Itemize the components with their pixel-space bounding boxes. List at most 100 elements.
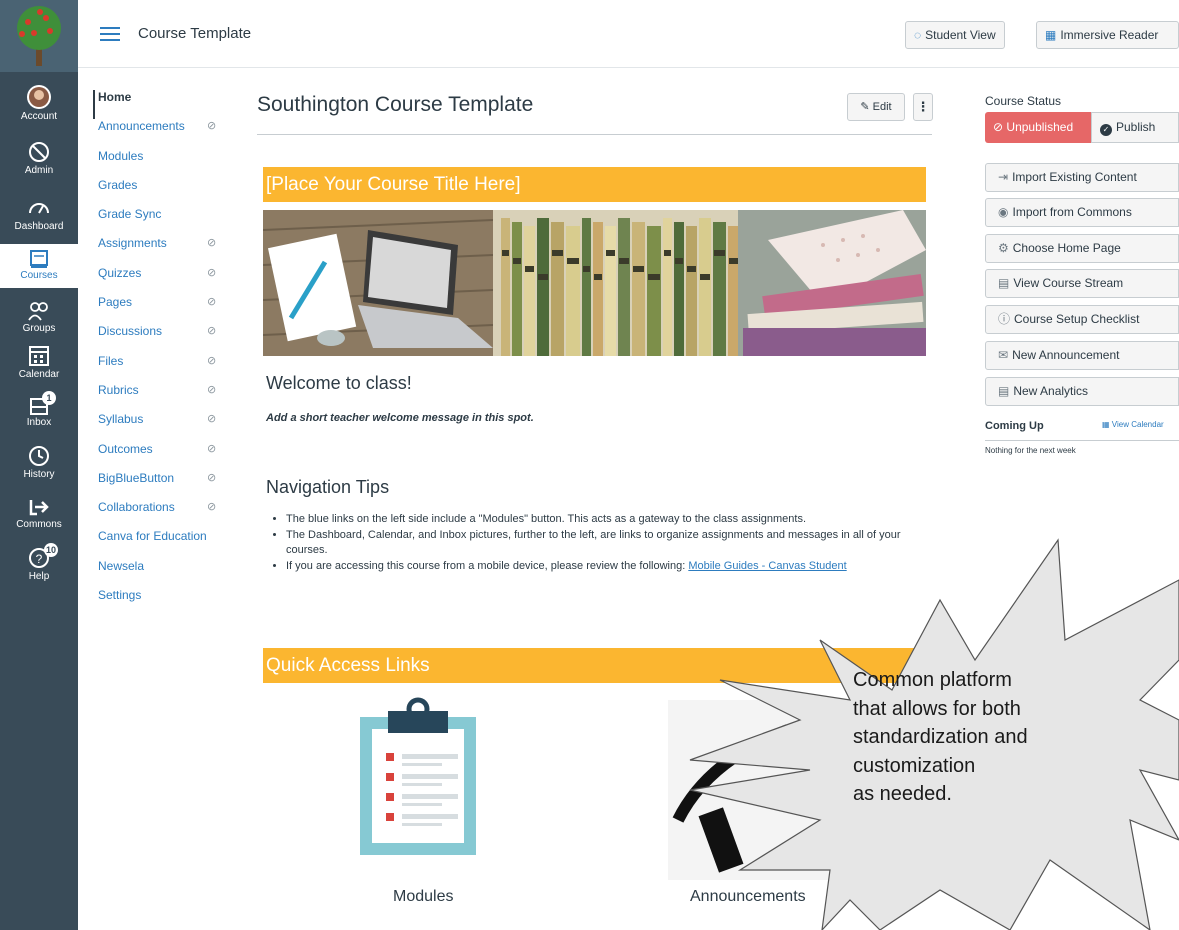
- hidden-eye-icon: ⊘: [207, 354, 217, 367]
- glasses-icon: ◌: [914, 28, 922, 42]
- nav-help[interactable]: ? 10 Help: [0, 543, 78, 586]
- more-options-button[interactable]: ⋮: [913, 93, 933, 121]
- edit-button[interactable]: ✎ Edit: [847, 93, 905, 121]
- course-nav-item[interactable]: Pages ⊘: [98, 295, 238, 324]
- course-nav-item[interactable]: Files ⊘: [98, 354, 238, 383]
- nav-label: Groups: [22, 323, 56, 334]
- course-nav-item[interactable]: Grades: [98, 178, 238, 207]
- course-nav-item[interactable]: Newsela: [98, 559, 238, 588]
- course-nav-label: Files: [98, 353, 124, 368]
- course-status-label: Course Status: [985, 94, 1062, 108]
- quick-access-banner: Quick Access Links: [263, 648, 926, 683]
- nav-courses[interactable]: Courses: [0, 244, 78, 288]
- unpublished-button[interactable]: ⊘ Unpublished: [985, 112, 1091, 143]
- announcements-tile-label[interactable]: Announcements: [690, 888, 806, 906]
- course-nav-item[interactable]: Outcomes ⊘: [98, 442, 238, 471]
- course-nav-item[interactable]: Collaborations ⊘: [98, 500, 238, 529]
- course-nav-label: Grade Sync: [98, 207, 162, 222]
- megaphone-icon: ✉: [998, 348, 1009, 362]
- nav-calendar[interactable]: Calendar: [0, 344, 78, 384]
- announcements-tile[interactable]: [668, 700, 838, 880]
- course-nav-item[interactable]: Rubrics ⊘: [98, 383, 238, 412]
- course-nav-item[interactable]: Canva for Education: [98, 529, 238, 558]
- view-calendar-link[interactable]: ▦ View Calendar: [1102, 420, 1164, 429]
- nav-label: Calendar: [18, 369, 60, 380]
- share-arrow-icon: [29, 500, 49, 516]
- button-label: Import Existing Content: [1012, 170, 1137, 184]
- modules-tile[interactable]: [358, 695, 478, 910]
- new-announcement-button[interactable]: ✉ New Announcement: [985, 341, 1179, 370]
- nav-label: Inbox: [26, 417, 52, 428]
- course-nav-item[interactable]: Discussions ⊘: [98, 324, 238, 353]
- course-nav-item[interactable]: Quizzes ⊘: [98, 266, 238, 295]
- student-view-label: Student View: [925, 28, 996, 42]
- hidden-eye-icon: ⊘: [207, 442, 217, 455]
- breadcrumb[interactable]: Course Template: [138, 25, 251, 42]
- course-nav-item[interactable]: Modules: [98, 149, 238, 178]
- nav-account[interactable]: Account: [0, 84, 78, 128]
- inbox-badge: 1: [42, 391, 56, 405]
- course-nav-label: Modules: [98, 148, 144, 163]
- course-nav: Home Announcements ⊘ Modules Grades Grade Syn…: [93, 90, 238, 617]
- hidden-eye-icon: ⊘: [207, 413, 217, 426]
- tip-item: If you are accessing this course from a …: [286, 559, 926, 575]
- nav-commons[interactable]: Commons: [0, 496, 78, 536]
- people-icon: [28, 302, 48, 321]
- course-title-banner: [Place Your Course Title Here]: [263, 167, 926, 202]
- course-nav-label: Collaborations: [98, 500, 175, 515]
- ban-icon: ⊘: [993, 120, 1004, 134]
- import-from-commons-button[interactable]: ◉ Import from Commons: [985, 198, 1179, 227]
- callout-line: Common platform: [853, 669, 1012, 691]
- nav-inbox[interactable]: 1 Inbox: [0, 391, 78, 434]
- nav-history[interactable]: History: [0, 444, 78, 484]
- immersive-reader-label: Immersive Reader: [1060, 28, 1159, 42]
- course-nav-item[interactable]: Home: [93, 90, 238, 120]
- import-existing-content-button[interactable]: ⇥ Import Existing Content: [985, 163, 1179, 192]
- course-nav-item[interactable]: Syllabus ⊘: [98, 412, 238, 441]
- course-nav-label: Quizzes: [98, 265, 142, 280]
- course-setup-checklist-button[interactable]: ⓘ Course Setup Checklist: [985, 305, 1179, 334]
- course-nav-item[interactable]: Assignments ⊘: [98, 236, 238, 265]
- course-nav-item[interactable]: Settings: [98, 588, 238, 617]
- welcome-heading: Welcome to class!: [266, 373, 412, 393]
- view-course-stream-button[interactable]: ▤ View Course Stream: [985, 269, 1179, 298]
- callout-line: customization: [853, 754, 976, 777]
- publish-button[interactable]: ✓ Publish: [1091, 112, 1179, 143]
- course-nav-item[interactable]: BigBlueButton ⊘: [98, 471, 238, 500]
- pencil-icon: ✎: [860, 101, 870, 113]
- hamburger-menu-icon[interactable]: [100, 27, 120, 41]
- new-analytics-button[interactable]: ▤ New Analytics: [985, 377, 1179, 406]
- course-nav-label: Canva for Education: [98, 529, 207, 544]
- callout-line: as needed.: [853, 783, 952, 805]
- course-nav-label: Grades: [98, 177, 138, 192]
- nav-dashboard[interactable]: Dashboard: [0, 196, 78, 236]
- school-logo[interactable]: [0, 0, 78, 72]
- course-nav-item[interactable]: Announcements ⊘: [98, 119, 238, 148]
- course-nav-label: Announcements: [98, 119, 185, 134]
- help-badge: 10: [43, 543, 58, 557]
- course-nav-label: Rubrics: [98, 382, 139, 397]
- student-view-button[interactable]: ◌ Student View: [905, 21, 1005, 49]
- nav-groups[interactable]: Groups: [0, 300, 78, 340]
- course-nav-label: Syllabus: [98, 412, 144, 427]
- navigation-tips-heading: Navigation Tips: [266, 477, 390, 497]
- button-label: View Course Stream: [1013, 276, 1124, 290]
- course-nav-item[interactable]: Grade Sync: [98, 207, 238, 236]
- immersive-reader-button[interactable]: ▦ Immersive Reader: [1036, 21, 1179, 49]
- book-icon: [30, 250, 48, 268]
- info-icon: ⓘ: [998, 312, 1011, 326]
- book-open-icon: ▦: [1045, 28, 1057, 42]
- dashboard-icon: [29, 203, 49, 214]
- nav-admin[interactable]: Admin: [0, 140, 78, 180]
- nav-label: Admin: [24, 165, 54, 176]
- hidden-eye-icon: ⊘: [207, 471, 217, 484]
- course-nav-label: Outcomes: [98, 441, 153, 456]
- modules-tile-label[interactable]: Modules: [393, 888, 453, 906]
- stream-icon: ▤: [998, 276, 1010, 290]
- button-label: Course Setup Checklist: [1014, 312, 1140, 326]
- mobile-guides-link[interactable]: Mobile Guides - Canvas Student: [688, 560, 846, 572]
- choose-home-page-button[interactable]: ⚙ Choose Home Page: [985, 234, 1179, 263]
- callout-line: that allows for both: [853, 697, 1021, 720]
- nav-label: Help: [28, 571, 50, 582]
- coming-up-empty: Nothing for the next week: [985, 446, 1076, 455]
